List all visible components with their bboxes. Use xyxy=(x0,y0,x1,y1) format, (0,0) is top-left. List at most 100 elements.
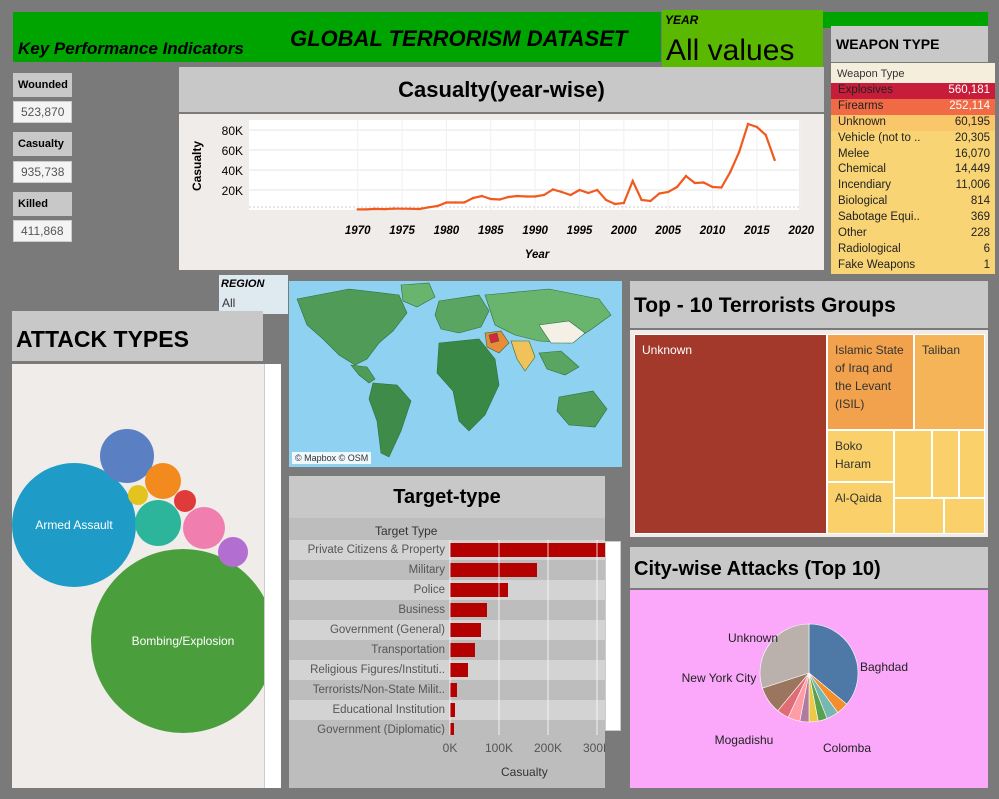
casualty-point[interactable] xyxy=(764,133,767,137)
treemap-cell-unknown[interactable]: Unknown xyxy=(634,334,827,534)
casualty-point[interactable] xyxy=(684,174,688,178)
target-type-row[interactable]: Police xyxy=(289,580,605,600)
map-europe[interactable] xyxy=(434,294,490,334)
casualty-point[interactable] xyxy=(462,201,466,204)
casualty-point[interactable] xyxy=(578,188,581,192)
attack-type-bubble[interactable] xyxy=(100,429,154,483)
map-central-america[interactable] xyxy=(350,364,376,384)
attack-type-bubble[interactable] xyxy=(128,485,148,505)
target-type-row[interactable]: Business xyxy=(289,600,605,620)
target-type-row[interactable]: Government (Diplomatic) xyxy=(289,720,605,735)
target-type-row[interactable]: Religious Figures/Instituti.. xyxy=(289,660,605,680)
casualty-point[interactable] xyxy=(489,197,492,201)
treemap-cell-taliban[interactable]: Taliban xyxy=(914,334,985,430)
casualty-point[interactable] xyxy=(560,190,563,194)
target-type-bar[interactable] xyxy=(450,663,468,677)
treemap-cell-group[interactable] xyxy=(932,430,959,498)
target-type-bar[interactable] xyxy=(450,543,605,557)
target-type-scrollbar[interactable] xyxy=(605,541,621,731)
casualty-point[interactable] xyxy=(658,192,661,195)
region-filter[interactable]: REGION All xyxy=(219,275,288,314)
map-north-america[interactable] xyxy=(296,288,408,366)
casualty-point[interactable] xyxy=(525,195,528,198)
casualty-point[interactable] xyxy=(542,193,546,197)
casualty-point[interactable] xyxy=(507,195,510,199)
target-type-bar[interactable] xyxy=(450,643,475,657)
treemap-cell-group[interactable] xyxy=(959,430,985,498)
treemap-cell-group[interactable] xyxy=(894,430,932,498)
casualty-point[interactable] xyxy=(622,201,626,205)
weapon-type-row[interactable]: Vehicle (not to .. 20,305 xyxy=(831,130,995,147)
casualty-point[interactable] xyxy=(666,190,670,194)
map-south-asia[interactable] xyxy=(510,340,536,372)
weapon-type-row[interactable]: Biological 814 xyxy=(831,194,995,211)
treemap-cell-al-qaida[interactable]: Al-Qaida xyxy=(827,482,894,534)
map-south-america[interactable] xyxy=(368,382,412,458)
casualty-point[interactable] xyxy=(409,207,413,210)
casualty-point[interactable] xyxy=(675,185,679,189)
casualty-point[interactable] xyxy=(427,206,430,209)
map-iraq[interactable] xyxy=(488,332,500,344)
casualty-point[interactable] xyxy=(454,201,457,204)
casualty-point[interactable] xyxy=(702,181,705,184)
weapon-type-row[interactable]: Chemical 14,449 xyxy=(831,162,995,179)
weapon-type-row[interactable]: Fake Weapons 1 xyxy=(831,257,995,274)
casualty-point[interactable] xyxy=(374,207,377,211)
map-australia[interactable] xyxy=(556,390,608,428)
year-filter[interactable]: YEAR All values xyxy=(662,10,823,69)
casualty-point[interactable] xyxy=(631,179,634,183)
weapon-type-row[interactable]: Firearms 252,114 xyxy=(831,98,995,115)
casualty-point[interactable] xyxy=(640,198,643,202)
casualty-point[interactable] xyxy=(391,207,395,210)
casualty-point[interactable] xyxy=(480,194,484,198)
world-map[interactable]: © Mapbox © OSM xyxy=(289,281,622,467)
target-type-row[interactable]: Military xyxy=(289,560,605,580)
casualty-point[interactable] xyxy=(356,208,359,211)
target-type-bar[interactable] xyxy=(450,563,538,577)
attack-type-bubble[interactable] xyxy=(183,507,225,549)
casualty-point[interactable] xyxy=(383,207,386,211)
attack-type-bubble[interactable] xyxy=(218,537,248,567)
target-type-row[interactable]: Transportation xyxy=(289,640,605,660)
attack-type-bubble[interactable] xyxy=(145,463,181,499)
weapon-type-row[interactable]: Radiological 6 xyxy=(831,241,995,258)
weapon-type-row[interactable]: Unknown 60,195 xyxy=(831,114,995,131)
attack-type-bubble[interactable] xyxy=(135,500,181,546)
casualty-point[interactable] xyxy=(533,195,537,198)
casualty-point[interactable] xyxy=(551,188,555,191)
casualty-point[interactable] xyxy=(746,122,750,126)
casualty-point[interactable] xyxy=(604,198,608,202)
casualty-point[interactable] xyxy=(720,186,723,189)
target-type-row[interactable]: Terrorists/Non-State Milit.. xyxy=(289,680,605,700)
weapon-type-row[interactable]: Sabotage Equi.. 369 xyxy=(831,210,995,227)
casualty-point[interactable] xyxy=(649,199,652,203)
casualty-point[interactable] xyxy=(400,207,404,210)
target-type-row[interactable]: Educational Institution xyxy=(289,700,605,720)
casualty-point[interactable] xyxy=(418,207,422,211)
casualty-point[interactable] xyxy=(755,125,759,129)
target-type-bar[interactable] xyxy=(450,703,455,717)
target-type-bar[interactable] xyxy=(450,583,508,597)
map-africa[interactable] xyxy=(436,338,500,432)
target-type-bar[interactable] xyxy=(450,723,454,735)
casualty-point[interactable] xyxy=(613,202,617,206)
target-type-bar[interactable] xyxy=(450,683,457,697)
target-type-row[interactable]: Private Citizens & Property xyxy=(289,540,605,560)
casualty-point[interactable] xyxy=(711,185,714,189)
region-filter-value[interactable]: All xyxy=(222,296,235,310)
treemap-cell-group[interactable] xyxy=(894,498,944,534)
weapon-type-row[interactable]: Other 228 xyxy=(831,226,995,242)
casualty-point[interactable] xyxy=(436,204,439,208)
target-type-bar[interactable] xyxy=(450,603,488,617)
year-filter-value[interactable]: All values xyxy=(666,34,794,68)
weapon-type-row[interactable]: Melee 16,070 xyxy=(831,146,995,163)
casualty-point[interactable] xyxy=(693,181,697,185)
target-type-bar[interactable] xyxy=(450,623,482,637)
treemap-cell-isil[interactable]: Islamic State of Iraq and the Levant (IS… xyxy=(827,334,914,430)
casualty-point[interactable] xyxy=(729,170,732,174)
casualty-point[interactable] xyxy=(498,198,501,201)
casualty-point[interactable] xyxy=(773,158,776,162)
map-southeast-asia[interactable] xyxy=(538,350,580,376)
attack-types-scrollbar[interactable] xyxy=(264,364,281,788)
treemap-cell-boko-haram[interactable]: Boko Haram xyxy=(827,430,894,482)
